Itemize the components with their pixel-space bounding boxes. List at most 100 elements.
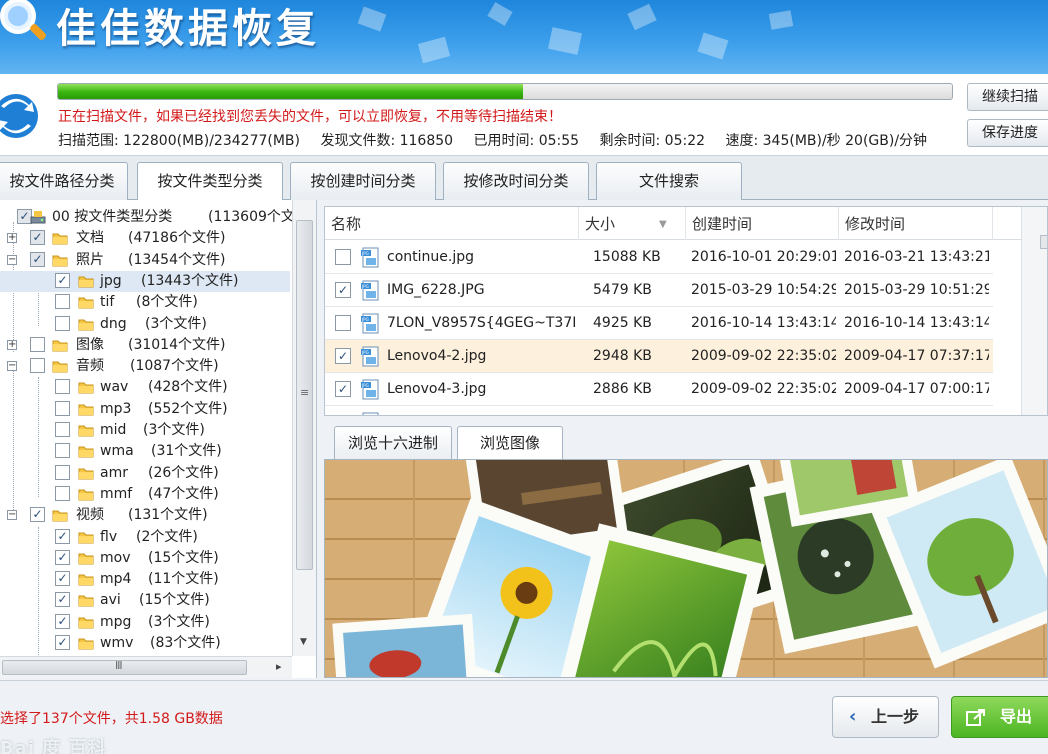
tree-node[interactable]: dng (3个文件) bbox=[0, 314, 290, 335]
tree-node[interactable]: ✓ mov (15个文件) bbox=[0, 548, 290, 569]
scroll-right-arrow-icon[interactable]: ▸ bbox=[276, 660, 282, 673]
tree-checkbox[interactable] bbox=[55, 379, 70, 395]
col-size[interactable]: 大小 ▼ bbox=[579, 207, 686, 240]
tab-file-search[interactable]: 文件搜索 bbox=[596, 162, 742, 200]
continue-scan-button[interactable]: 继续扫描 bbox=[967, 83, 1048, 111]
tab-hex-view[interactable]: 浏览十六进制 bbox=[334, 426, 452, 460]
file-row[interactable]: JPG 7LON_V8957S{4GEG~T37I... 4925 KB 2016-1… bbox=[325, 307, 993, 340]
tree-node-label: mpg bbox=[100, 613, 132, 630]
folder-icon bbox=[78, 273, 94, 289]
tree-expander-icon[interactable]: − bbox=[7, 361, 17, 372]
tree-checkbox[interactable] bbox=[55, 485, 70, 501]
col-name[interactable]: 名称 bbox=[325, 207, 579, 240]
tree-checkbox[interactable]: ✓ bbox=[55, 549, 70, 565]
tree-vertical-scrollbar[interactable]: ≡ ▼ bbox=[292, 200, 316, 656]
file-row-partial[interactable]: JPG bbox=[325, 406, 993, 415]
tree-node[interactable]: amr (26个文件) bbox=[0, 463, 290, 484]
tree-node-label: 00 按文件类型分类 bbox=[52, 209, 173, 225]
tree-node[interactable]: ✓ avi (15个文件) bbox=[0, 590, 290, 611]
tree-hscroll-thumb[interactable]: Ⅲ bbox=[2, 659, 247, 675]
folder-icon bbox=[52, 358, 68, 374]
tree-node[interactable]: ✓ wmv (83个文件) bbox=[0, 633, 290, 654]
tree-node[interactable]: tif (8个文件) bbox=[0, 292, 290, 313]
scan-progress-bar bbox=[57, 83, 953, 100]
tree-checkbox[interactable] bbox=[55, 400, 70, 416]
folder-icon bbox=[78, 571, 94, 587]
tree-expander-icon[interactable]: + bbox=[7, 233, 17, 244]
tree-node[interactable]: ✓ mpg (3个文件) bbox=[0, 612, 290, 633]
tree-checkbox[interactable]: ✓ bbox=[55, 272, 70, 288]
tree-node[interactable]: wma (31个文件) bbox=[0, 441, 290, 462]
tab-image-view[interactable]: 浏览图像 bbox=[457, 426, 563, 460]
file-row-checkbox[interactable] bbox=[335, 315, 351, 331]
file-row-checkbox[interactable]: ✓ bbox=[335, 282, 351, 298]
tree-checkbox[interactable] bbox=[55, 422, 70, 437]
col-created[interactable]: 创建时间 bbox=[686, 207, 839, 240]
tree-node[interactable]: mp3 (552个文件) bbox=[0, 399, 290, 420]
list-scroll-thumb[interactable] bbox=[1040, 235, 1047, 249]
file-row-checkbox[interactable] bbox=[335, 249, 351, 265]
previous-step-button[interactable]: ‹ 上一步 bbox=[832, 696, 939, 738]
tree-node[interactable]: + 图像 (31014个文件) bbox=[0, 335, 290, 356]
tree-node[interactable]: ✓ flv (2个文件) bbox=[0, 527, 290, 548]
tree-node[interactable]: ✓ mp4 (11个文件) bbox=[0, 569, 290, 590]
tree-node-count: (8个文件) bbox=[136, 294, 198, 311]
tree-node[interactable]: − 音频 (1087个文件) bbox=[0, 356, 290, 377]
tree-checkbox[interactable]: ✓ bbox=[30, 230, 45, 246]
file-row-checkbox[interactable]: ✓ bbox=[335, 348, 351, 364]
file-created: 2009-09-02 22:35:02 bbox=[691, 381, 836, 397]
tree-checkbox[interactable]: ✓ bbox=[55, 613, 70, 629]
tree-checkbox[interactable]: ✓ bbox=[55, 528, 70, 544]
tree-node[interactable]: wav (428个文件) bbox=[0, 377, 290, 398]
tree-node-count: (26个文件) bbox=[148, 464, 219, 481]
tree-node-count: (15个文件) bbox=[148, 549, 219, 566]
col-modified[interactable]: 修改时间 bbox=[839, 207, 993, 240]
tree-checkbox[interactable] bbox=[30, 358, 45, 374]
file-row[interactable]: ✓ JPG Lenovo4-2.jpg 2948 KB 2009-09-02 22:35… bbox=[325, 340, 993, 373]
tree-node[interactable]: − ✓ 照片 (13454个文件) bbox=[0, 250, 290, 271]
file-created: 2009-09-02 22:35:02 bbox=[691, 348, 836, 364]
tree-node[interactable]: mid (3个文件) bbox=[0, 420, 290, 441]
tree-checkbox[interactable] bbox=[55, 315, 70, 331]
file-list-scrollbar[interactable] bbox=[1021, 207, 1047, 415]
tree-checkbox[interactable]: ✓ bbox=[30, 251, 45, 267]
file-list: 名称 大小 ▼ 创建时间 修改时间 JPG continue.jpg 15088 KB… bbox=[324, 206, 1048, 416]
file-row[interactable]: JPG continue.jpg 15088 KB 2016-10-01 20:29:… bbox=[325, 241, 993, 274]
tree-checkbox[interactable] bbox=[55, 464, 70, 480]
tab-by-type[interactable]: 按文件类型分类 bbox=[137, 162, 283, 200]
tab-by-created[interactable]: 按创建时间分类 bbox=[290, 162, 436, 200]
tree-checkbox[interactable]: ✓ bbox=[55, 635, 70, 650]
tab-by-path[interactable]: 按文件路径分类 bbox=[0, 162, 128, 200]
tree-checkbox[interactable] bbox=[55, 294, 70, 310]
file-row-checkbox[interactable]: ✓ bbox=[335, 381, 351, 397]
tree-checkbox[interactable] bbox=[55, 443, 70, 459]
tree-expander-icon[interactable]: − bbox=[7, 510, 17, 521]
tree-node-count: (552个文件) bbox=[148, 400, 228, 417]
tree-node[interactable]: ✓ 00 按文件类型分类 (113609个文件) bbox=[0, 207, 314, 228]
tab-by-modified[interactable]: 按修改时间分类 bbox=[443, 162, 589, 200]
tree-expander-icon[interactable]: + bbox=[7, 339, 17, 350]
export-button[interactable]: 导出 bbox=[951, 696, 1048, 738]
photo-collage-image bbox=[325, 460, 1047, 677]
file-row[interactable]: ✓ JPG Lenovo4-3.jpg 2886 KB 2009-09-02 22:35… bbox=[325, 373, 993, 406]
tree-expander-icon[interactable]: − bbox=[7, 254, 17, 265]
scroll-down-arrow-icon[interactable]: ▼ bbox=[300, 637, 307, 647]
tree-node[interactable]: + ✓ 文档 (47186个文件) bbox=[0, 228, 290, 249]
tree-checkbox[interactable] bbox=[30, 336, 45, 352]
tree-checkbox[interactable]: ✓ bbox=[55, 571, 70, 587]
folder-icon bbox=[78, 422, 94, 438]
tree-node[interactable]: ✓ jpg (13443个文件) bbox=[0, 270, 290, 292]
file-modified: 2016-03-21 13:43:21 bbox=[844, 249, 989, 265]
save-progress-button[interactable]: 保存进度 bbox=[967, 119, 1048, 147]
tree-horizontal-scrollbar[interactable]: ◂ Ⅲ ▸ bbox=[0, 656, 292, 678]
scan-speed: 速度: 345(MB)/秒 20(GB)/分钟 bbox=[725, 133, 928, 149]
file-row[interactable]: ✓ JPG IMG_6228.JPG 5479 KB 2015-03-29 10:54:… bbox=[325, 274, 993, 307]
tree-scroll-thumb[interactable]: ≡ bbox=[296, 220, 313, 570]
svg-text:JPG: JPG bbox=[361, 251, 369, 256]
tree-node[interactable]: mmf (47个文件) bbox=[0, 484, 290, 505]
tree-node-label: amr bbox=[100, 464, 128, 481]
folder-icon bbox=[78, 592, 94, 608]
tree-checkbox[interactable]: ✓ bbox=[30, 507, 45, 523]
tree-checkbox[interactable]: ✓ bbox=[55, 592, 70, 608]
tree-node[interactable]: − ✓ 视频 (131个文件) bbox=[0, 505, 290, 526]
